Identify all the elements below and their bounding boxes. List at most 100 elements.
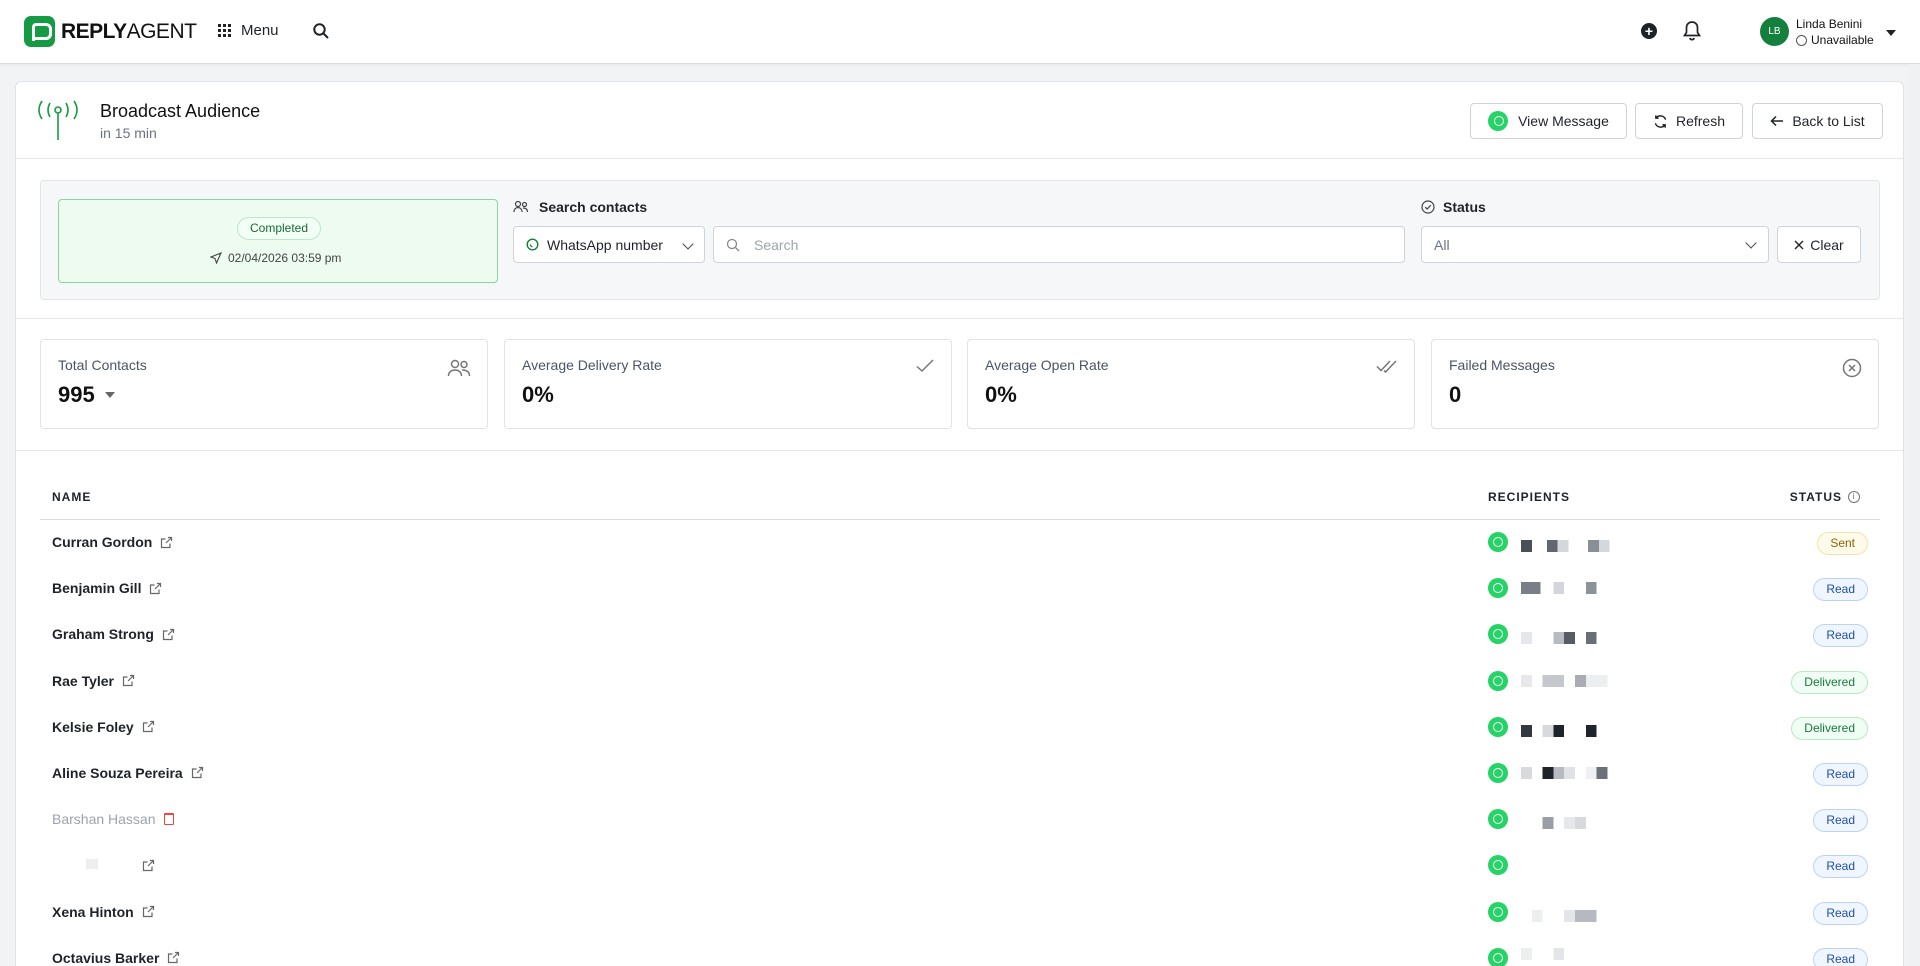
table-row: Benjamin Gill Read xyxy=(40,566,1880,612)
external-link-icon[interactable] xyxy=(167,951,180,964)
whatsapp-icon xyxy=(1488,855,1508,876)
contact-name[interactable]: Rae Tyler xyxy=(52,673,135,689)
external-link-icon[interactable] xyxy=(162,628,175,641)
external-link-icon[interactable] xyxy=(142,905,155,918)
top-bar: REPLYAGENT Menu + LB Linda Benini Unavai… xyxy=(0,0,1920,64)
trash-icon[interactable] xyxy=(163,813,174,826)
contact-name-redacted xyxy=(86,859,98,870)
page-subtitle: in 15 min xyxy=(100,125,157,141)
menu-label: Menu xyxy=(241,22,279,39)
whatsapp-icon xyxy=(1488,947,1508,966)
info-icon[interactable]: i xyxy=(1848,491,1860,503)
scrollbar[interactable] xyxy=(1908,64,1920,966)
chevron-down-icon xyxy=(682,238,694,250)
external-link-icon[interactable] xyxy=(142,859,155,872)
status-badge: Read xyxy=(1813,855,1868,879)
refresh-icon xyxy=(1654,114,1667,128)
avatar[interactable]: LB xyxy=(1760,17,1789,46)
whatsapp-icon xyxy=(1488,578,1508,599)
status-badge: Read xyxy=(1813,578,1868,602)
search-icon xyxy=(726,238,740,252)
contact-name[interactable]: Curran Gordon xyxy=(52,534,173,550)
status-badge: Delivered xyxy=(1791,670,1868,694)
recipient-number-redacted xyxy=(1521,582,1629,595)
chevron-down-icon xyxy=(1745,237,1757,249)
recipient-number-redacted xyxy=(1521,947,1629,960)
broadcast-status-box: Completed 02/04/2026 03:59 pm xyxy=(58,199,498,283)
contact-name[interactable]: Graham Strong xyxy=(52,626,175,642)
table-row: Octavius Barker Read xyxy=(40,936,1880,966)
check-circle-icon xyxy=(1421,200,1435,214)
users-icon xyxy=(447,359,471,377)
broadcast-card: Broadcast Audience in 15 min View Messag… xyxy=(15,81,1904,966)
whatsapp-icon xyxy=(1488,111,1509,131)
recipient-number-redacted xyxy=(1521,724,1629,737)
divider xyxy=(16,318,1903,319)
view-message-button[interactable]: View Message xyxy=(1470,103,1627,139)
table-row: Barshan Hassan Read xyxy=(40,797,1880,843)
bell-icon[interactable] xyxy=(1682,20,1702,42)
add-icon[interactable]: + xyxy=(1641,23,1657,39)
refresh-button[interactable]: Refresh xyxy=(1635,103,1743,139)
column-status[interactable]: STATUS i xyxy=(1790,490,1860,504)
broadcast-header: Broadcast Audience in 15 min View Messag… xyxy=(16,82,1903,159)
contact-name[interactable]: Aline Souza Pereira xyxy=(52,765,204,781)
close-icon xyxy=(1794,240,1804,249)
search-field-select[interactable]: WhatsApp number xyxy=(513,226,705,263)
recipient-number-redacted xyxy=(1521,817,1629,830)
table-row: Graham Strong Read xyxy=(40,612,1880,658)
recipient-number-redacted xyxy=(1521,909,1629,922)
status-badge: Read xyxy=(1813,809,1868,833)
contact-name[interactable]: Benjamin Gill xyxy=(52,580,162,596)
user-status[interactable]: Unavailable xyxy=(1796,33,1874,47)
column-name[interactable]: NAME xyxy=(52,490,91,504)
whatsapp-icon xyxy=(1488,532,1508,552)
send-icon xyxy=(210,252,222,264)
whatsapp-icon xyxy=(1488,670,1508,691)
status-badge: Sent xyxy=(1817,532,1868,555)
search-input[interactable]: Search xyxy=(713,226,1405,263)
check-icon xyxy=(916,359,934,373)
filter-panel: Completed 02/04/2026 03:59 pm Search con… xyxy=(40,180,1880,300)
contact-name[interactable]: Kelsie Foley xyxy=(52,719,155,735)
sent-at: 02/04/2026 03:59 pm xyxy=(210,251,341,265)
contact-name[interactable]: Octavius Barker xyxy=(52,950,180,966)
caret-down-icon[interactable] xyxy=(104,392,115,398)
broadcast-icon xyxy=(38,100,78,140)
status-select[interactable]: All xyxy=(1421,226,1769,263)
menu-button[interactable]: Menu xyxy=(218,22,279,39)
table-row: Aline Souza Pereira Read xyxy=(40,751,1880,797)
contact-name[interactable]: Barshan Hassan xyxy=(52,811,174,827)
column-recipients[interactable]: RECIPIENTS xyxy=(1488,490,1570,504)
whatsapp-icon xyxy=(1488,716,1508,737)
table-row: Kelsie Foley Delivered xyxy=(40,705,1880,751)
recipient-number-redacted xyxy=(1521,766,1629,779)
external-link-icon[interactable] xyxy=(142,720,155,733)
recipient-number-redacted xyxy=(1521,674,1629,687)
x-circle-icon xyxy=(1842,358,1862,378)
table-row: Rae Tyler Delivered xyxy=(40,659,1880,705)
whatsapp-icon xyxy=(526,238,539,251)
user-name[interactable]: Linda Benini xyxy=(1796,17,1862,31)
search-contacts-label: Search contacts xyxy=(513,199,647,215)
stat-average-open-rate: Average Open Rate 0% xyxy=(967,339,1415,429)
divider xyxy=(16,450,1903,451)
replyagent-logo[interactable]: REPLYAGENT xyxy=(24,16,197,47)
external-link-icon[interactable] xyxy=(122,674,135,687)
whatsapp-icon xyxy=(1488,809,1508,830)
whatsapp-icon xyxy=(1488,624,1508,645)
clear-button[interactable]: Clear xyxy=(1777,226,1861,263)
whatsapp-icon xyxy=(1488,901,1508,922)
contact-name[interactable]: Xena Hinton xyxy=(52,904,155,920)
external-link-icon[interactable] xyxy=(149,582,162,595)
table-row: Xena Hinton Read xyxy=(40,890,1880,936)
logo-icon xyxy=(24,16,55,47)
search-icon[interactable] xyxy=(312,22,330,40)
recipients-table: NAME RECIPIENTS STATUS i Curran Gordon Se… xyxy=(40,480,1880,966)
external-link-icon[interactable] xyxy=(191,766,204,779)
users-icon xyxy=(513,200,529,213)
back-to-list-button[interactable]: Back to List xyxy=(1752,103,1883,139)
chevron-down-icon[interactable] xyxy=(1886,30,1896,36)
external-link-icon[interactable] xyxy=(160,536,173,549)
table-row: Read xyxy=(40,843,1880,889)
